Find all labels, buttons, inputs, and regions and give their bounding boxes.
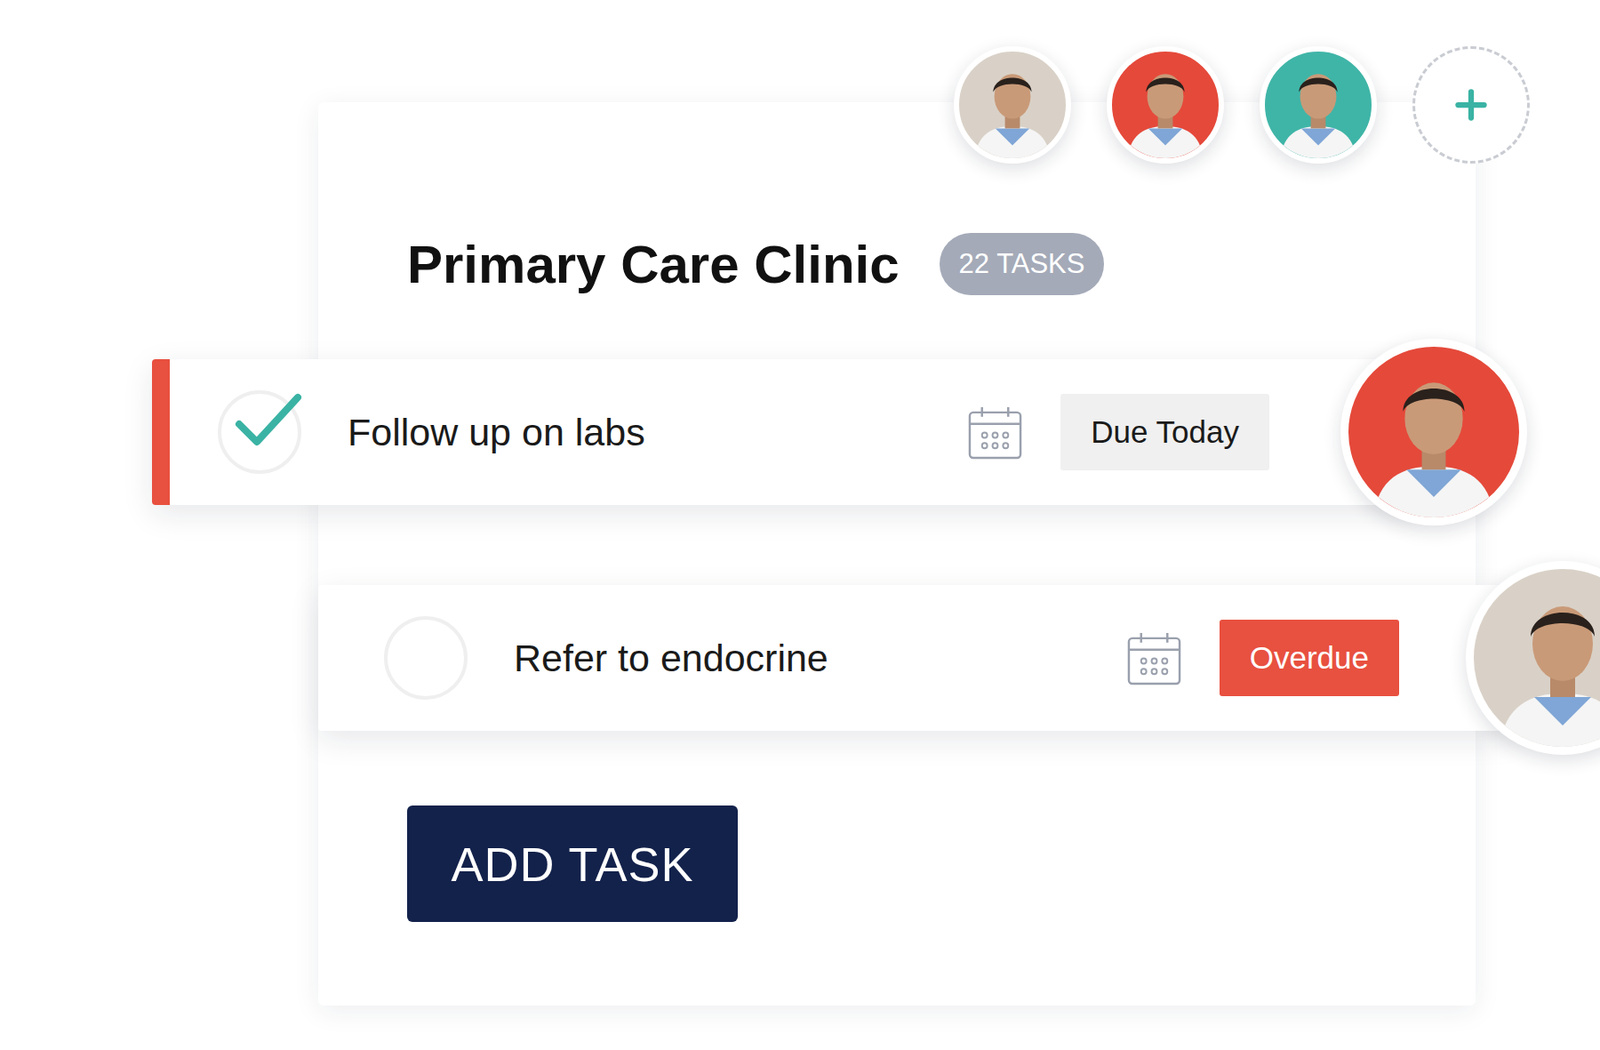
assignee (1340, 338, 1528, 526)
page: Primary Care Clinic 22 TASKS Follow up on … (0, 0, 1600, 1050)
team-member-avatar[interactable] (1259, 46, 1377, 164)
calendar-icon[interactable] (967, 404, 1024, 461)
team-member-avatar[interactable] (953, 46, 1072, 164)
task-checkbox[interactable] (384, 616, 468, 700)
assignee-avatar[interactable] (1340, 338, 1528, 526)
task-row[interactable]: Refer to endocrine Overdue (318, 584, 1518, 731)
checkmark-icon (233, 390, 305, 453)
person-photo-icon (1264, 51, 1372, 159)
assignee (1465, 560, 1600, 755)
team-member-avatar[interactable] (1106, 46, 1224, 164)
due-status: Overdue (1219, 619, 1400, 696)
plus-icon (1448, 82, 1494, 128)
clinic-card: Primary Care Clinic 22 TASKS Follow up on … (318, 102, 1476, 1006)
person-photo-icon (1348, 346, 1520, 518)
person-photo-icon (1112, 51, 1219, 159)
task-checkbox[interactable] (217, 390, 302, 474)
person-photo-icon (1473, 568, 1600, 747)
person-photo-icon (959, 51, 1066, 159)
calendar-icon[interactable] (1126, 630, 1183, 687)
add-member-button[interactable] (1412, 46, 1530, 164)
task-label: Follow up on labs (347, 410, 968, 455)
task-count-badge: 22 TASKS (939, 232, 1105, 296)
due-status: Due Today (1060, 393, 1270, 471)
team-avatars (953, 46, 1530, 164)
assignee-avatar[interactable] (1465, 560, 1600, 755)
clinic-title: Primary Care Clinic (407, 233, 900, 296)
add-task-button[interactable]: ADD TASK (407, 805, 738, 922)
clinic-header: Primary Care Clinic 22 TASKS (407, 232, 1104, 296)
task-label: Refer to endocrine (513, 636, 1127, 680)
task-row[interactable]: Follow up on labs Due Today (152, 359, 1416, 505)
selected-indicator (152, 359, 170, 505)
